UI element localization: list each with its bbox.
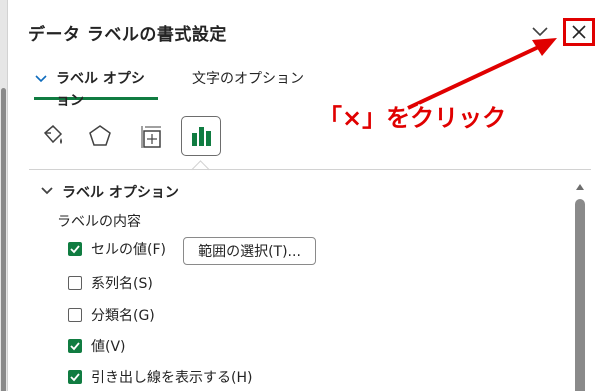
chevron-down-icon	[41, 187, 53, 195]
pane-options-button[interactable]	[528, 20, 552, 44]
checkbox-unchecked[interactable]	[68, 308, 82, 322]
checkbox-unchecked[interactable]	[68, 276, 82, 290]
effects-pentagon-icon	[89, 125, 111, 146]
select-range-button[interactable]: 範囲の選択(T)...	[183, 237, 316, 265]
section-header-text: ラベル オプション	[62, 185, 179, 201]
close-icon	[572, 25, 586, 39]
size-properties-button[interactable]	[131, 116, 171, 156]
tab-text-options[interactable]: 文字のオプション	[192, 68, 304, 100]
section-header[interactable]: ラベル オプション	[40, 182, 179, 202]
left-scrollbar-thumb[interactable]	[1, 88, 6, 391]
fill-line-button[interactable]	[32, 116, 72, 156]
effects-button[interactable]	[80, 116, 120, 156]
checkbox-checked[interactable]	[68, 339, 82, 353]
option-label: 分類名(G)	[91, 308, 155, 324]
fill-line-icon	[43, 124, 63, 144]
size-properties-icon	[141, 126, 161, 148]
option-series-name[interactable]: 系列名(S)	[68, 273, 153, 293]
option-leader-lines[interactable]: 引き出し線を表示する(H)	[68, 367, 252, 387]
divider	[29, 169, 591, 170]
option-label: 値(V)	[91, 339, 126, 355]
chevron-down-icon	[532, 27, 548, 37]
pane-title: データ ラベルの書式設定	[28, 25, 227, 45]
checkbox-checked[interactable]	[68, 370, 82, 384]
left-scrollbar[interactable]	[0, 0, 8, 391]
option-value[interactable]: 値(V)	[68, 336, 126, 356]
check-icon	[70, 373, 80, 382]
pane-scrollbar-thumb[interactable]	[575, 199, 585, 391]
option-label: 引き出し線を表示する(H)	[91, 370, 253, 386]
option-label: セルの値(F)	[91, 242, 166, 258]
label-options-icon-button[interactable]	[181, 116, 221, 156]
check-icon	[70, 342, 80, 351]
annotation-callout: 「×」をクリック	[318, 104, 507, 132]
label-options-chart-icon	[192, 127, 211, 146]
scroll-up-arrow-icon[interactable]	[576, 184, 584, 190]
label-contains-heading: ラベルの内容	[57, 214, 141, 230]
tab-label-options[interactable]: ラベル オプション	[34, 68, 158, 109]
check-icon	[70, 245, 80, 254]
chevron-down-icon	[35, 75, 47, 83]
option-cell-value[interactable]: セルの値(F)	[68, 239, 166, 259]
option-label: 系列名(S)	[91, 276, 153, 292]
tab-label-options-text: ラベル オプション	[56, 71, 145, 109]
pane-scrollbar[interactable]	[573, 180, 587, 391]
option-category-name[interactable]: 分類名(G)	[68, 305, 155, 325]
close-pane-button[interactable]	[563, 18, 595, 46]
checkbox-checked[interactable]	[68, 242, 82, 256]
